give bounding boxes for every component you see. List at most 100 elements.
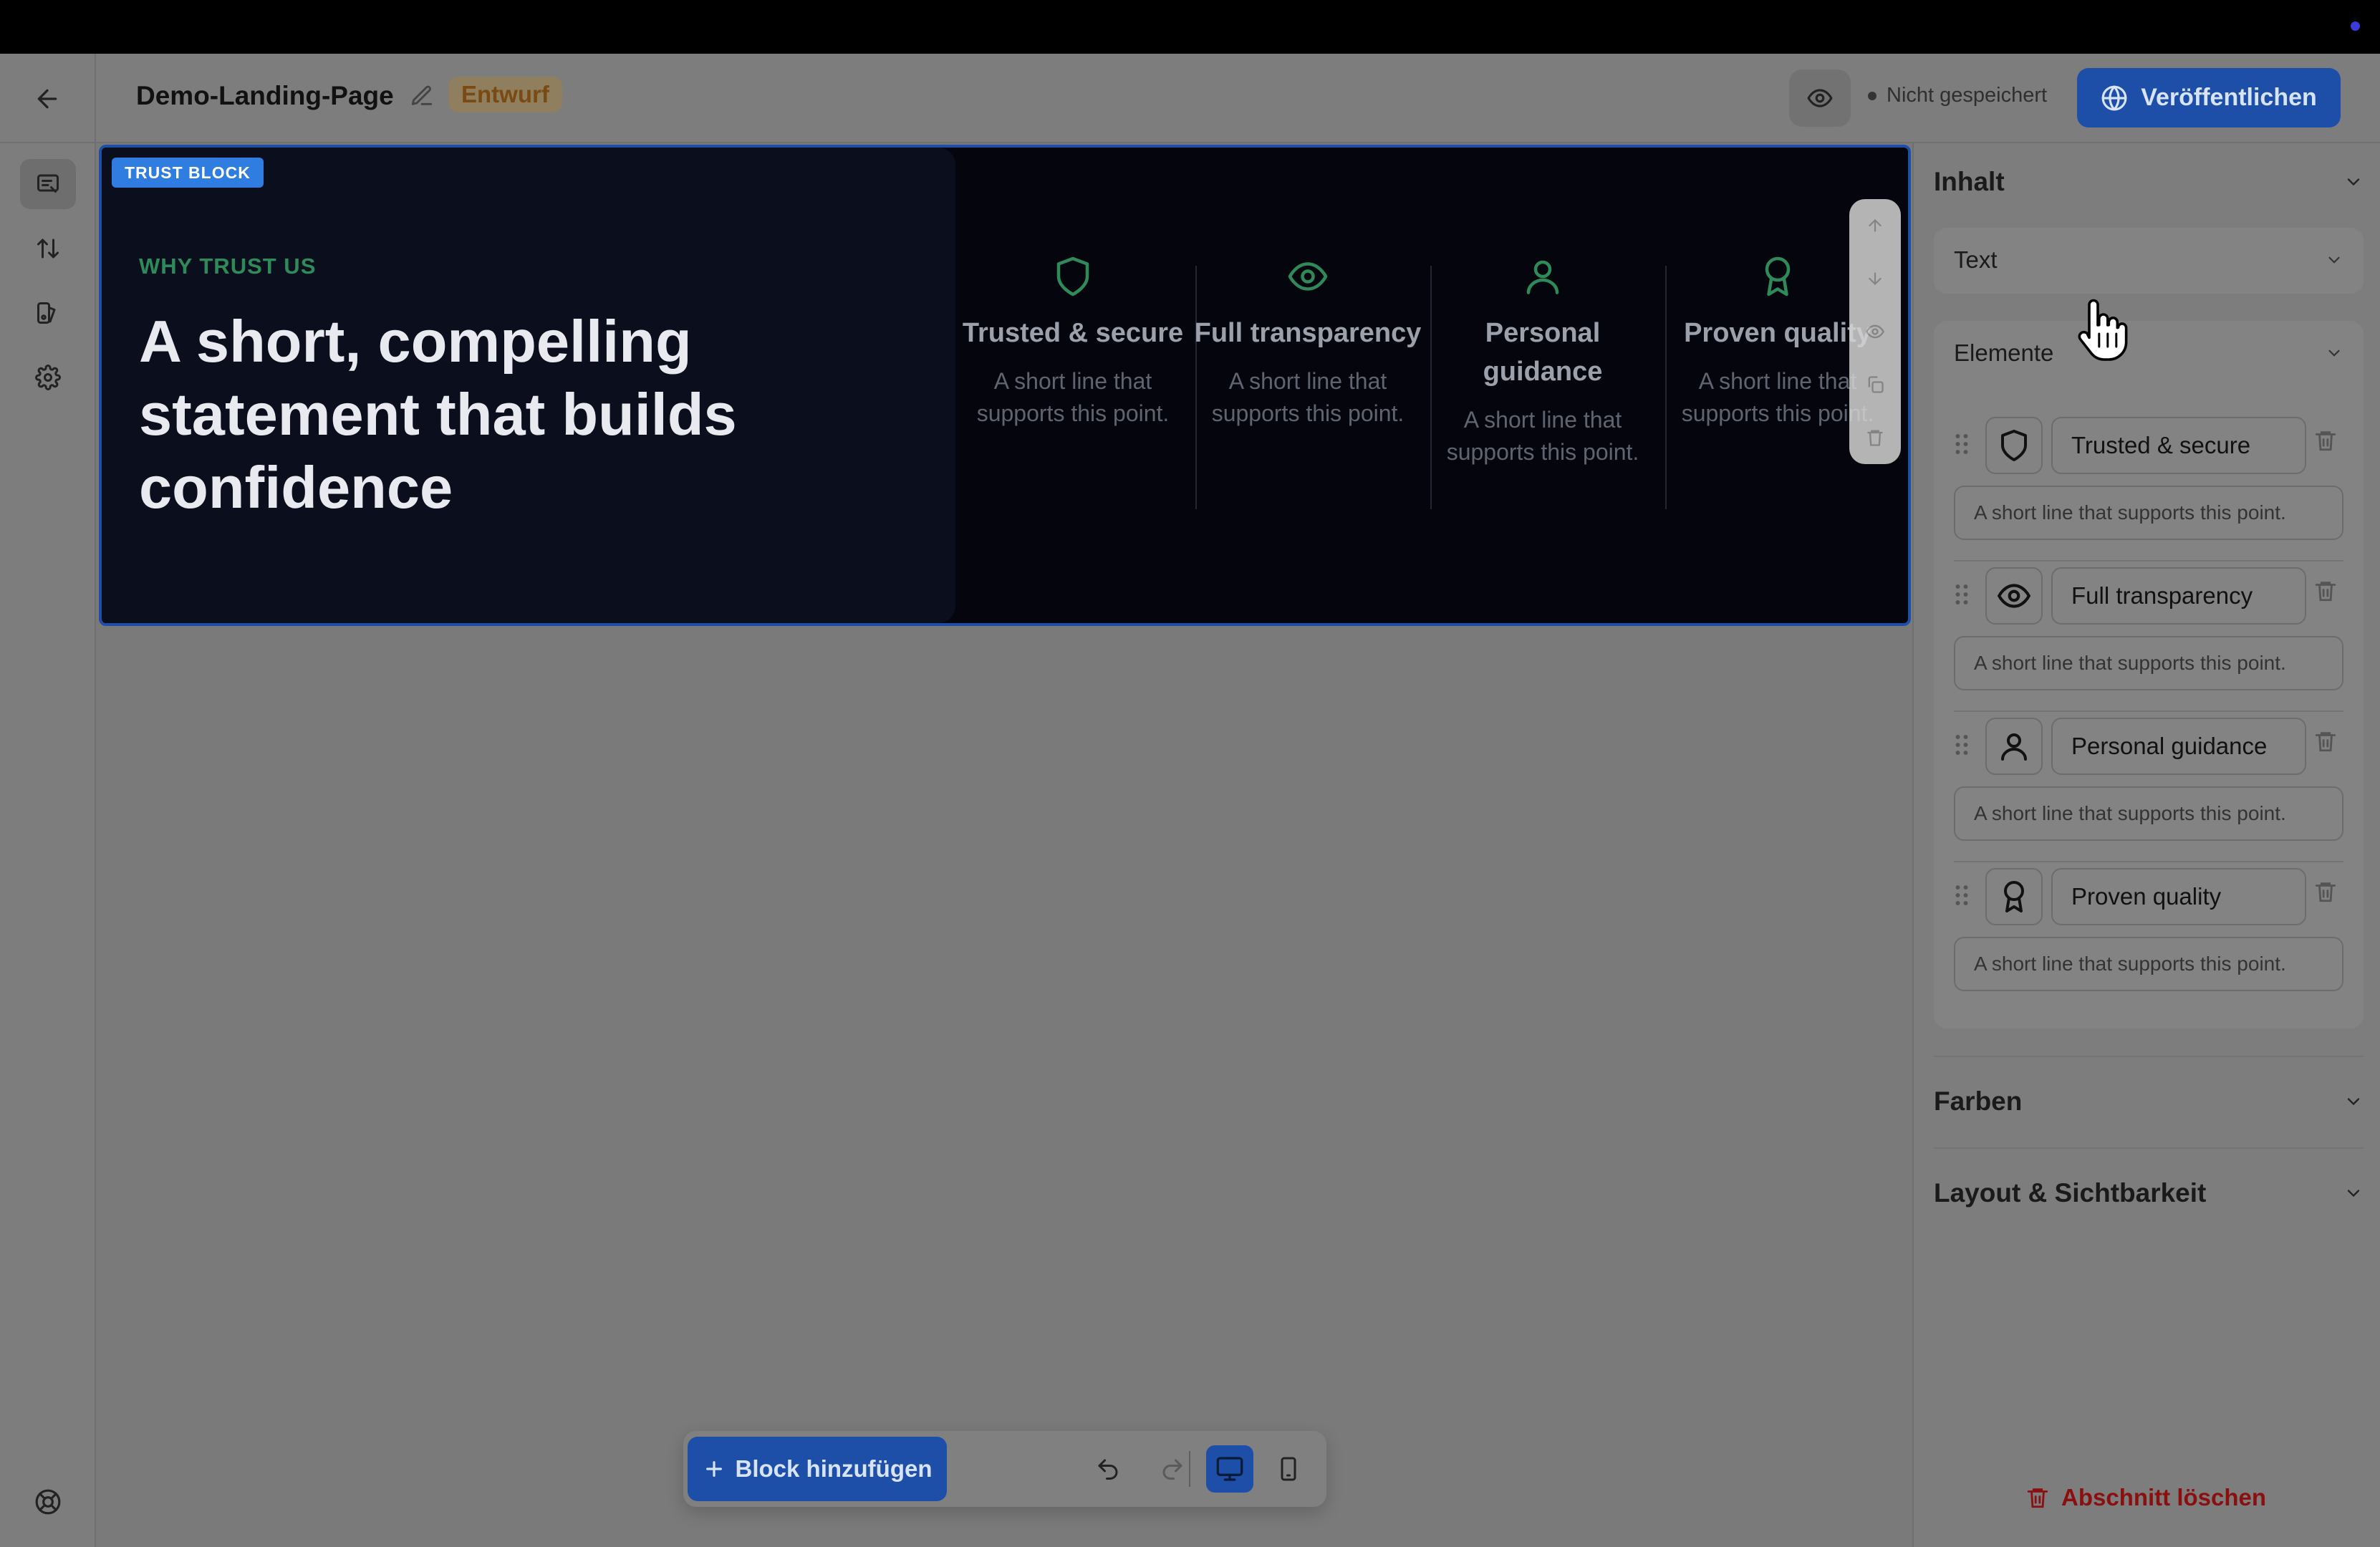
move-up-button[interactable] [1849, 199, 1901, 252]
drag-handle-icon[interactable] [1954, 731, 1970, 759]
section-content-header[interactable]: Inhalt [1934, 160, 2364, 203]
add-block-label: Block hinzufügen [735, 1455, 933, 1482]
trash-icon[interactable] [2313, 428, 2338, 453]
phone-icon [1281, 1457, 1296, 1481]
award-icon [1765, 256, 1791, 297]
desktop-view-button[interactable] [1206, 1445, 1253, 1493]
elements-subsection-header[interactable]: Elemente [1934, 321, 2364, 385]
blocks-icon [37, 174, 59, 193]
elements-subsection-title: Elemente [1954, 339, 2054, 366]
palette-icon [37, 302, 56, 324]
properties-panel: Inhalt Text Elemente Trusted & secure A … [1912, 143, 2380, 1547]
toggle-visibility-button[interactable] [1849, 305, 1901, 358]
feature-title: Trusted & secure [962, 318, 1184, 348]
save-status-text: Nicht gespeichert [1887, 84, 2048, 107]
undo-button[interactable] [1084, 1445, 1132, 1493]
hand-cursor-icon [2078, 299, 2128, 361]
trash-icon[interactable] [2313, 729, 2338, 753]
element-icon-picker[interactable] [1985, 868, 2043, 925]
element-desc-input[interactable]: A short line that supports this point. [1954, 636, 2343, 690]
rail-item-blocks[interactable] [20, 159, 76, 209]
section-content-title: Inhalt [1934, 167, 2005, 196]
trust-block-intro: TRUST BLOCK WHY TRUST US A short, compel… [102, 148, 955, 623]
trust-features: Trusted & secure A short line that suppo… [955, 148, 1908, 623]
drag-handle-icon[interactable] [1954, 430, 1970, 458]
trash-icon [2027, 1488, 2048, 1508]
feature-item: Full transparency A short line that supp… [1190, 255, 1425, 520]
globe-icon [2101, 85, 2127, 110]
feature-item: Trusted & secure A short line that suppo… [955, 255, 1190, 520]
section-colors-title: Farben [1934, 1086, 2023, 1116]
move-down-button[interactable] [1849, 252, 1901, 305]
mobile-view-button[interactable] [1265, 1445, 1312, 1493]
element-item: Personal guidance A short line that supp… [1934, 710, 2364, 854]
editor-header: Demo-Landing-Page Entwurf Nicht gespeich… [0, 54, 2380, 143]
panel-divider [1934, 1147, 2364, 1149]
block-eyebrow: WHY TRUST US [139, 254, 317, 279]
text-subsection[interactable]: Text [1934, 228, 2364, 294]
section-layout-title: Layout & Sichtbarkeit [1934, 1178, 2207, 1208]
element-icon-picker[interactable] [1985, 417, 2043, 474]
plus-icon [705, 1461, 722, 1477]
delete-section-button[interactable]: Abschnitt löschen [2025, 1484, 2266, 1511]
drag-handle-icon[interactable] [1954, 580, 1970, 609]
feature-desc: A short line that supports this point. [1211, 368, 1405, 426]
publish-button[interactable]: Veröffentlichen [2077, 68, 2341, 127]
eye-icon [1997, 584, 2031, 608]
award-icon [2004, 881, 2024, 912]
element-title-input[interactable]: Full transparency [2051, 567, 2306, 625]
element-icon-picker[interactable] [1985, 718, 2043, 775]
section-colors-header[interactable]: Farben [1934, 1080, 2364, 1123]
lifebuoy-icon [35, 1489, 61, 1515]
element-item: Trusted & secure A short line that suppo… [1934, 410, 2364, 553]
back-button[interactable] [0, 54, 96, 143]
element-title-input[interactable]: Proven quality [2051, 868, 2306, 925]
duplicate-button[interactable] [1849, 358, 1901, 411]
user-icon [2001, 733, 2027, 761]
elements-subsection: Elemente Trusted & secure A short line t… [1934, 321, 2364, 1028]
add-block-button[interactable]: Block hinzufügen [688, 1437, 947, 1501]
element-icon-picker[interactable] [1985, 567, 2043, 625]
element-desc-input[interactable]: A short line that supports this point. [1954, 937, 2343, 991]
trust-block-section[interactable]: TRUST BLOCK WHY TRUST US A short, compel… [99, 145, 1911, 626]
rail-item-settings[interactable] [20, 352, 76, 403]
block-headline: A short, compelling statement that build… [139, 308, 737, 521]
save-status: Nicht gespeichert [1868, 84, 2047, 107]
preview-button[interactable] [1789, 69, 1851, 127]
element-title-input[interactable]: Trusted & secure [2051, 417, 2306, 474]
edit-title-button[interactable] [410, 84, 434, 108]
text-subsection-title: Text [1954, 246, 1998, 273]
feature-title: Personal guidance [1483, 318, 1603, 387]
eye-icon [1866, 324, 1884, 339]
section-layout-header[interactable]: Layout & Sichtbarkeit [1934, 1172, 2364, 1215]
status-badge: Entwurf [448, 77, 562, 112]
monitor-icon [1216, 1457, 1243, 1481]
delete-block-button[interactable] [1849, 411, 1901, 464]
eye-icon [1288, 262, 1328, 291]
trash-icon [1867, 430, 1883, 446]
drag-handle-icon[interactable] [1954, 881, 1970, 910]
rail-item-help[interactable] [20, 1477, 76, 1527]
rail-item-reorder[interactable] [20, 223, 76, 274]
element-title-input[interactable]: Personal guidance [2051, 718, 2306, 775]
element-item: Proven quality A short line that support… [1934, 861, 2364, 1004]
arrow-down-icon [1869, 272, 1882, 286]
user-icon [1526, 260, 1559, 294]
pencil-icon [411, 85, 433, 105]
bottom-toolbar: Block hinzufügen [683, 1431, 1326, 1507]
toolbar-separator [1189, 1451, 1190, 1487]
chevron-down-icon [2347, 178, 2360, 186]
element-desc-input[interactable]: A short line that supports this point. [1954, 486, 2343, 540]
arrow-left-icon [37, 89, 57, 108]
block-tools [1849, 199, 1901, 464]
chevron-down-icon [2328, 350, 2340, 357]
element-desc-input[interactable]: A short line that supports this point. [1954, 786, 2343, 841]
arrow-up-icon [1869, 218, 1882, 232]
trash-icon[interactable] [2313, 879, 2338, 904]
feature-title: Full transparency [1194, 318, 1422, 348]
rail-item-theme[interactable] [20, 288, 76, 338]
shield-icon [2001, 430, 2027, 461]
trash-icon[interactable] [2313, 579, 2338, 603]
shield-icon [1056, 256, 1089, 297]
publish-label: Veröffentlichen [2141, 84, 2317, 111]
